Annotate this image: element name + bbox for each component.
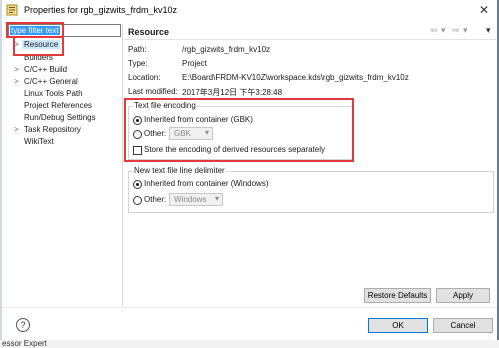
chevron-right-icon[interactable]: >	[14, 125, 22, 134]
info-value: /rgb_gizwits_frdm_kv10z	[182, 45, 271, 54]
radio-label: Other:	[144, 195, 167, 204]
info-row-type: Type: Project	[128, 59, 488, 70]
window-title: Properties for rgb_gizwits_frdm_kv10z	[24, 5, 178, 15]
info-value: E:\Board\FRDM-KV10Z\workspace.kds\rgb_gi…	[182, 73, 409, 82]
help-icon[interactable]: ?	[16, 318, 30, 332]
ok-button[interactable]: OK	[368, 318, 428, 333]
tree-item-label: C/C++ General	[24, 77, 78, 86]
back-arrow-icon[interactable]: ⇦	[430, 25, 438, 36]
tree-item-cpp-general[interactable]: > C/C++ General	[8, 76, 119, 88]
pane-divider[interactable]	[122, 24, 123, 306]
properties-window-icon	[6, 4, 18, 16]
page-title: Resource	[128, 27, 170, 37]
tree-item-task-repository[interactable]: > Task Repository	[8, 124, 119, 136]
tree-item-label: C/C++ Build	[24, 65, 68, 74]
tree-item-wikitext[interactable]: WikiText	[8, 136, 119, 148]
window-edge-left	[0, 0, 2, 348]
delimiter-inherited-radio[interactable]: Inherited from container (Windows)	[133, 179, 333, 190]
info-label: Location:	[128, 73, 161, 82]
forward-arrow-icon[interactable]: ⇨	[452, 25, 460, 36]
tree-item-label: WikiText	[24, 137, 54, 146]
radio-button[interactable]	[133, 196, 142, 205]
annotation-highlight-resource	[13, 36, 64, 56]
tree-item-linux-tools-path[interactable]: Linux Tools Path	[8, 88, 119, 100]
tree-item-run-debug-settings[interactable]: Run/Debug Settings	[8, 112, 119, 124]
background-window-strip: essor Expert	[0, 340, 499, 348]
radio-label: Inherited from container (Windows)	[144, 179, 269, 188]
page-navigation: ⇦ ▾ ⇨ ▾ ▾	[430, 25, 496, 37]
chevron-down-icon: ▾	[214, 194, 219, 203]
group-title: New text file line delimiter	[133, 166, 226, 175]
tree-item-label: Run/Debug Settings	[24, 113, 96, 122]
cancel-button[interactable]: Cancel	[433, 318, 493, 333]
chevron-right-icon[interactable]: >	[14, 77, 22, 86]
title-bar: Properties for rgb_gizwits_frdm_kv10z ✕	[2, 0, 497, 22]
info-label: Last modified:	[128, 87, 178, 96]
tree-item-cpp-build[interactable]: > C/C++ Build	[8, 64, 119, 76]
info-label: Path:	[128, 45, 147, 54]
tree-item-label: Linux Tools Path	[24, 89, 83, 98]
delimiter-other-combo[interactable]: Windows ▾	[169, 193, 223, 206]
combo-value: Windows	[174, 195, 207, 204]
info-value: Project	[182, 59, 207, 68]
view-menu-icon[interactable]: ▾	[486, 25, 491, 36]
tree-item-project-references[interactable]: Project References	[8, 100, 119, 112]
resize-grip-icon[interactable]: ⋰	[487, 330, 495, 338]
delimiter-other-radio[interactable]: Other:	[133, 195, 173, 206]
info-label: Type:	[128, 59, 148, 68]
footer-separator	[2, 307, 497, 308]
info-row-location: Location: E:\Board\FRDM-KV10Z\workspace.…	[128, 73, 488, 84]
info-row-path: Path: /rgb_gizwits_frdm_kv10z	[128, 45, 488, 56]
info-value: 2017年3月12日 下午3:28:48	[182, 88, 283, 97]
radio-button[interactable]	[133, 180, 142, 189]
annotation-highlight-encoding	[124, 98, 354, 162]
info-row-last-modified: Last modified: 2017年3月12日 下午3:28:48	[128, 87, 488, 98]
chevron-down-icon[interactable]: ▾	[463, 25, 468, 36]
background-text: essor Expert	[2, 340, 47, 348]
chevron-right-icon[interactable]: >	[14, 65, 22, 74]
apply-button[interactable]: Apply	[436, 288, 490, 303]
close-icon[interactable]: ✕	[475, 2, 493, 18]
line-delimiter-group: New text file line delimiter Inherited f…	[128, 166, 494, 213]
restore-defaults-button[interactable]: Restore Defaults	[364, 288, 431, 303]
header-separator	[124, 39, 496, 40]
tree-item-label: Project References	[24, 101, 93, 110]
tree-item-label: Task Repository	[24, 125, 81, 134]
chevron-down-icon[interactable]: ▾	[441, 25, 446, 36]
